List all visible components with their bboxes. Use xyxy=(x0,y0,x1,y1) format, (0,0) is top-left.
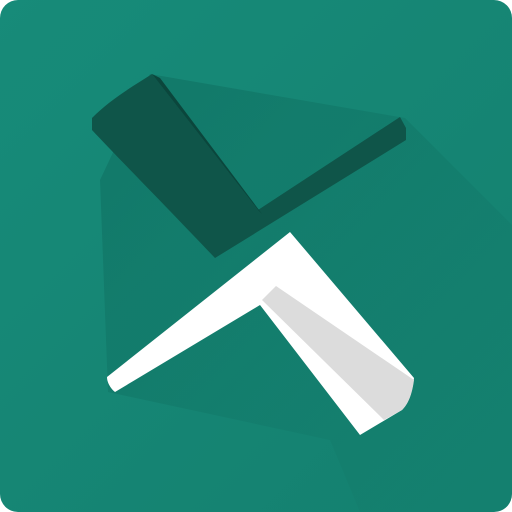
app-icon-tile xyxy=(0,0,512,512)
crossed-chevrons-logo-icon xyxy=(0,0,512,512)
